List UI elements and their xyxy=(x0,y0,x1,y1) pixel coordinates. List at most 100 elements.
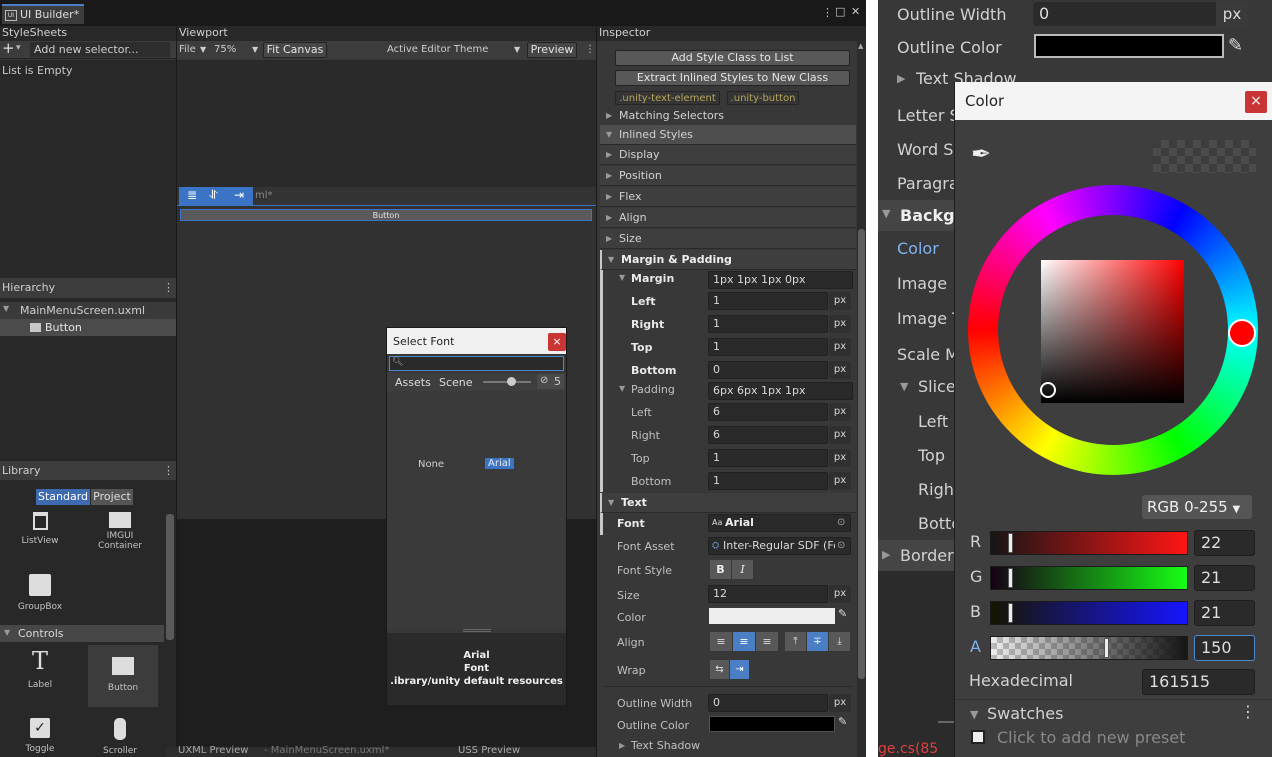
zoom-dropdown[interactable]: 75% xyxy=(214,43,236,57)
padding-left-unit[interactable]: px xyxy=(829,403,851,421)
channel-g-value[interactable]: 21 xyxy=(1194,565,1255,591)
close-icon[interactable]: × xyxy=(548,333,566,351)
outline-width-unit[interactable]: px xyxy=(1216,2,1248,26)
viewport-menu-icon[interactable]: ⋮ xyxy=(585,43,595,57)
controls-foldout[interactable]: ▼ Controls xyxy=(0,625,164,642)
canvas-button-element[interactable]: Button xyxy=(180,209,592,221)
outline-color-field[interactable] xyxy=(1034,34,1224,58)
bold-toggle[interactable]: B xyxy=(710,560,731,579)
color-mode-dropdown[interactable]: RGB 0-255 ▼ xyxy=(1142,495,1252,519)
inspector-scroll-thumb[interactable] xyxy=(858,229,865,679)
padding-bottom-field[interactable]: 1 xyxy=(708,472,828,490)
hex-field[interactable]: 161515 xyxy=(1142,669,1255,695)
margin-top-field[interactable]: 1 xyxy=(708,338,828,356)
tab-assets[interactable]: Assets xyxy=(395,376,431,389)
outline-width-unit[interactable]: px xyxy=(829,694,851,712)
preview-size-knob[interactable] xyxy=(507,377,516,386)
margin-top-unit[interactable]: px xyxy=(829,338,851,356)
position-foldout[interactable]: ▶ Position xyxy=(600,166,856,186)
inspector-scrollbar[interactable]: ▲ xyxy=(857,41,866,757)
inlined-styles-foldout[interactable]: ▼ Inlined Styles xyxy=(600,125,856,145)
align-middle-icon[interactable]: ∓ xyxy=(807,632,828,651)
add-preset-hint[interactable]: Click to add new preset xyxy=(997,728,1185,747)
size-field[interactable]: 12 xyxy=(708,585,828,603)
no-wrap-icon[interactable]: ⇥ xyxy=(730,660,749,679)
margin-padding-foldout[interactable]: ▼ Margin & Padding xyxy=(600,250,856,270)
size-unit[interactable]: px xyxy=(829,585,851,603)
background-foldout[interactable]: ▼ Backgr xyxy=(878,200,962,231)
fit-icon[interactable]: ⇥ xyxy=(234,188,244,202)
library-item-label[interactable]: T Label xyxy=(5,648,75,690)
hidden-toggle[interactable]: ⊘ 5 xyxy=(537,374,564,389)
margin-bottom-field[interactable]: 0 xyxy=(708,361,828,379)
font-object-field[interactable]: Aa Arial ⊙ xyxy=(708,514,851,532)
channel-a-slider[interactable] xyxy=(990,636,1188,660)
object-picker-icon[interactable]: ⊙ xyxy=(837,538,845,554)
swatches-menu-icon[interactable]: ⋮ xyxy=(1240,702,1256,721)
resize-handle[interactable] xyxy=(463,629,491,632)
margin-right-unit[interactable]: px xyxy=(829,315,851,333)
channel-r-slider[interactable] xyxy=(990,531,1188,555)
tab-scene[interactable]: Scene xyxy=(439,376,473,389)
library-item-groupbox[interactable]: GroupBox xyxy=(5,574,75,612)
object-picker-icon[interactable]: ⊙ xyxy=(837,515,845,531)
library-menu-icon[interactable]: ⋮ xyxy=(163,464,174,477)
padding-right-field[interactable]: 6 xyxy=(708,426,828,444)
expanded-arrow-icon[interactable]: ▼ xyxy=(900,380,908,393)
scroll-up-icon[interactable]: ▲ xyxy=(858,42,863,50)
channel-g-knob[interactable] xyxy=(1007,568,1013,588)
align-center-icon[interactable]: ≡ xyxy=(733,632,755,651)
library-item-listview[interactable]: ListView xyxy=(5,512,75,546)
expanded-arrow-icon[interactable]: ▼ xyxy=(619,384,625,393)
border-foldout[interactable]: ▶ Border xyxy=(878,540,954,571)
channel-r-value[interactable]: 22 xyxy=(1194,530,1255,556)
expanded-arrow-icon[interactable]: ▼ xyxy=(970,708,978,721)
display-foldout[interactable]: ▶ Display xyxy=(600,145,856,165)
padding-shorthand-field[interactable]: 6px 6px 1px 1px xyxy=(708,382,853,400)
margin-shorthand-field[interactable]: 1px 1px 1px 0px xyxy=(708,271,853,289)
align-icon[interactable]: ≣ xyxy=(187,188,197,202)
sv-picker-handle[interactable] xyxy=(1040,382,1056,398)
margin-left-field[interactable]: 1 xyxy=(708,292,828,310)
file-menu[interactable]: File xyxy=(179,43,196,57)
uxml-preview-tab[interactable]: UXML Preview xyxy=(178,745,248,756)
add-preset-icon[interactable] xyxy=(971,730,985,744)
fit-canvas-button[interactable]: Fit Canvas xyxy=(263,42,327,58)
hierarchy-root-row[interactable]: ▼ MainMenuScreen.uxml xyxy=(0,302,176,319)
channel-b-knob[interactable] xyxy=(1007,603,1013,623)
align-left-icon[interactable]: ≡ xyxy=(710,632,732,651)
tab-standard[interactable]: Standard xyxy=(36,489,90,505)
channel-b-slider[interactable] xyxy=(990,601,1188,625)
text-foldout[interactable]: ▼ Text xyxy=(600,493,856,513)
add-icon[interactable]: + xyxy=(2,39,15,57)
close-window-icon[interactable]: ✕ xyxy=(851,5,860,18)
italic-toggle[interactable]: I xyxy=(732,560,753,579)
library-scrollbar[interactable] xyxy=(166,514,174,640)
add-dropdown-icon[interactable]: ▾ xyxy=(16,43,21,53)
font-option-none[interactable]: None xyxy=(418,459,444,470)
hierarchy-button-row[interactable]: Button xyxy=(0,319,176,336)
font-asset-field[interactable]: ⛭ Inter-Regular SDF (Fo ⊙ xyxy=(708,537,851,555)
eyedropper-icon[interactable]: ✎ xyxy=(838,715,847,728)
flex-foldout[interactable]: ▶ Flex xyxy=(600,187,856,207)
text-color-field[interactable] xyxy=(709,608,835,624)
class-chip-text-element[interactable]: .unity-text-element xyxy=(615,91,720,105)
align-bottom-icon[interactable]: ⤓ xyxy=(829,632,850,651)
window-menu-icon[interactable]: ⋮ xyxy=(822,6,833,19)
align-top-icon[interactable]: ⤒ xyxy=(785,632,806,651)
wrap-icon[interactable]: ⇆ xyxy=(710,660,729,679)
padding-top-unit[interactable]: px xyxy=(829,449,851,467)
extract-styles-button[interactable]: Extract Inlined Styles to New Class xyxy=(615,70,850,86)
maximize-icon[interactable]: □ xyxy=(835,5,845,18)
align-foldout[interactable]: ▶ Align xyxy=(600,208,856,228)
library-item-scroller[interactable]: Scroller xyxy=(85,718,155,756)
collapsed-arrow-icon[interactable]: ▶ xyxy=(619,741,625,750)
padding-right-unit[interactable]: px xyxy=(829,426,851,444)
size-foldout[interactable]: ▶ Size xyxy=(600,229,856,249)
margin-left-unit[interactable]: px xyxy=(829,292,851,310)
channel-a-knob[interactable] xyxy=(1103,638,1109,658)
font-search-input[interactable]: 🔍︎ xyxy=(389,356,564,371)
class-chip-button[interactable]: .unity-button xyxy=(727,91,799,105)
library-item-toggle[interactable]: ✓ Toggle xyxy=(5,718,75,754)
library-item-imgui-container[interactable]: IMGUI Container xyxy=(85,512,155,551)
